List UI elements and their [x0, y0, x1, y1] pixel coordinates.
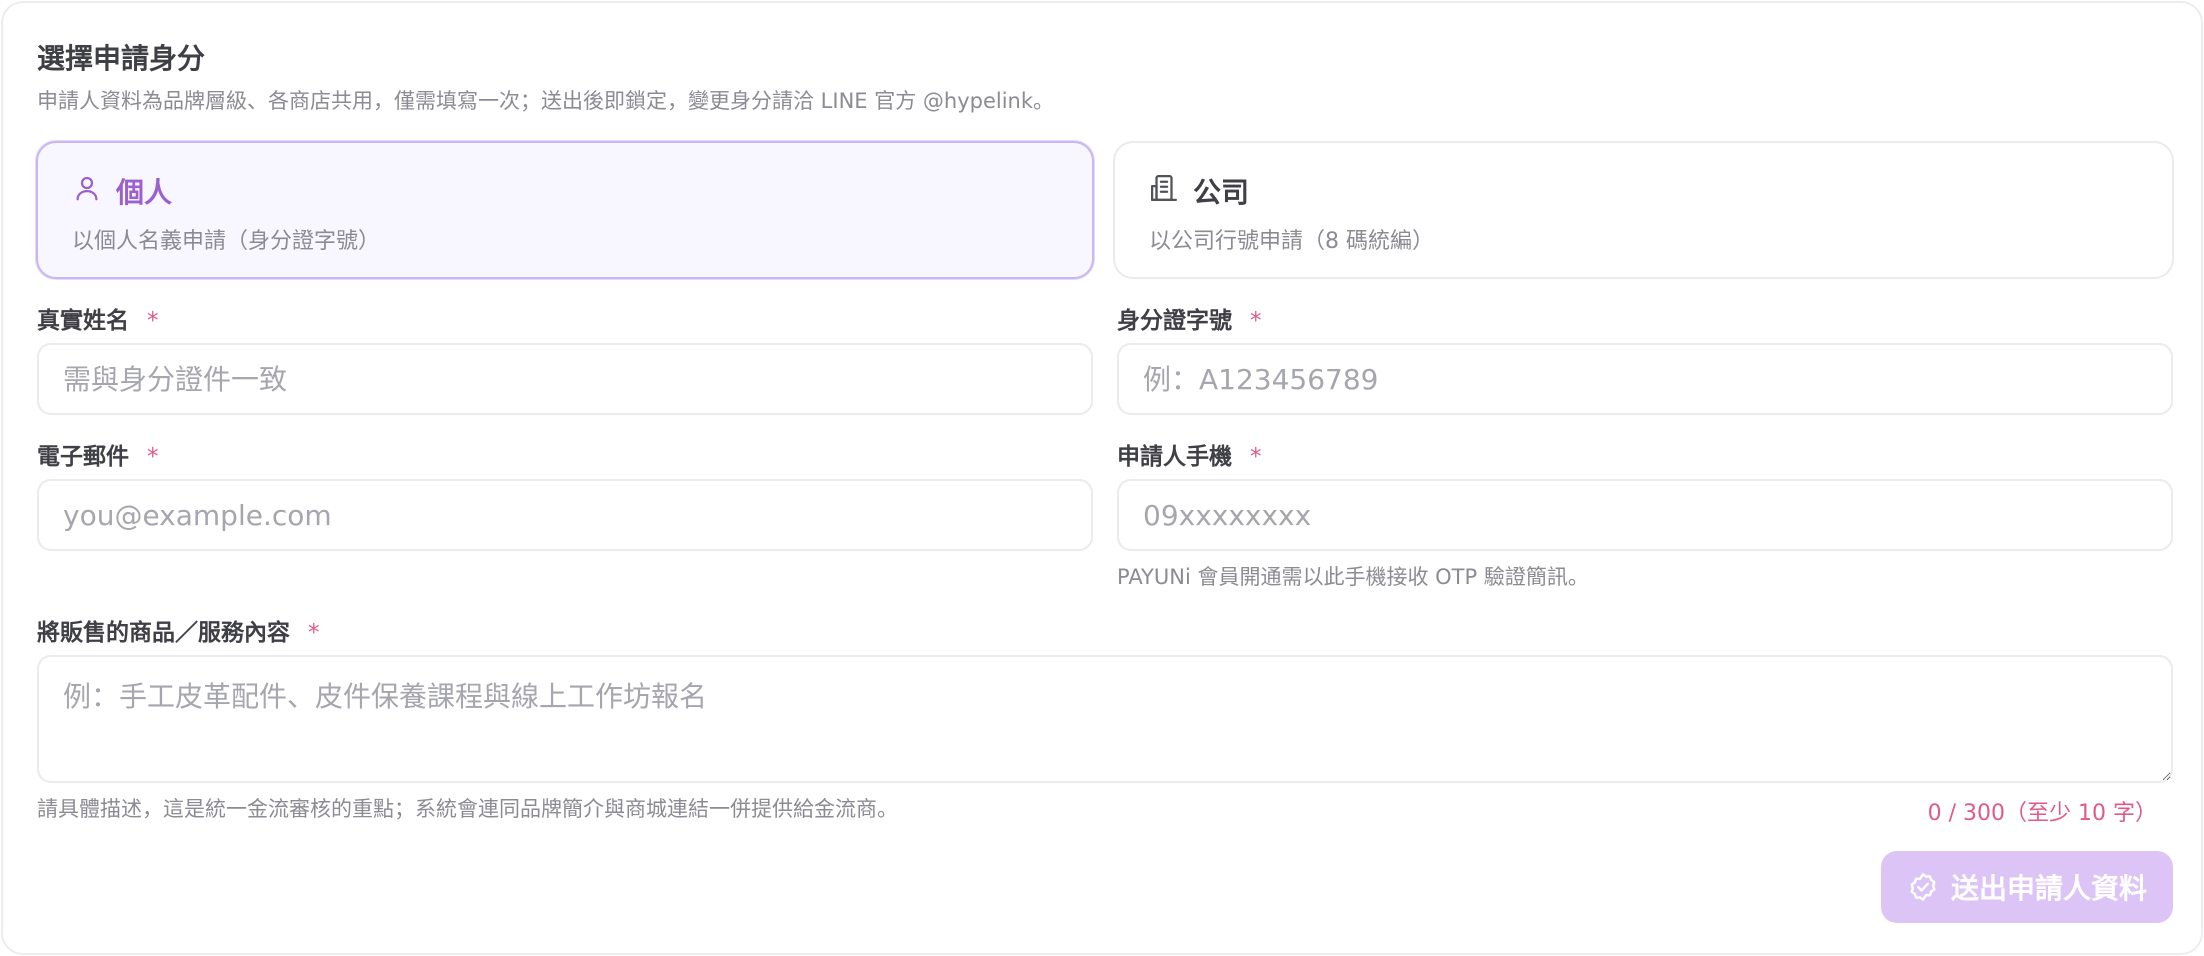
required-mark: * — [147, 308, 159, 334]
badge-check-icon — [1910, 873, 1936, 901]
applicant-identity-panel: 選擇申請身分 申請人資料為品牌層級、各商店共用，僅需填寫一次；送出後即鎖定，變更… — [1, 1, 2203, 955]
submit-applicant-button[interactable]: 送出申請人資料 — [1881, 851, 2173, 923]
email-label: 電子郵件 * — [37, 437, 159, 471]
id-number-label-text: 身分證字號 — [1117, 308, 1232, 334]
phone-label: 申請人手機 * — [1117, 437, 1262, 471]
products-textarea[interactable] — [37, 655, 2173, 783]
phone-label-text: 申請人手機 — [1117, 444, 1232, 470]
character-counter: 0 / 300（至少 10 字） — [1927, 801, 2157, 826]
products-help-text: 請具體描述，這是統一金流審核的重點；系統會連同品牌簡介與商城連結一併提供給金流商… — [37, 797, 898, 821]
required-mark: * — [1250, 444, 1262, 470]
required-mark: * — [1250, 308, 1262, 334]
phone-input[interactable] — [1117, 479, 2173, 551]
id-number-label: 身分證字號 * — [1117, 301, 1262, 335]
email-input[interactable] — [37, 479, 1093, 551]
section-subtitle: 申請人資料為品牌層級、各商店共用，僅需填寫一次；送出後即鎖定，變更身分請洽 LI… — [37, 89, 1055, 113]
email-label-text: 電子郵件 — [37, 444, 129, 470]
section-title: 選擇申請身分 — [37, 42, 206, 75]
identity-option-description: 以個人名義申請（身分證字號） — [72, 229, 381, 254]
identity-option-title: 個人 — [116, 176, 173, 209]
building-icon — [1151, 175, 1177, 201]
submit-button-label: 送出申請人資料 — [1950, 872, 2147, 905]
identity-option-title: 公司 — [1193, 176, 1250, 209]
identity-option-description: 以公司行號申請（8 碼統編） — [1149, 229, 1434, 254]
name-label: 真實姓名 * — [37, 301, 159, 335]
products-label: 將販售的商品／服務內容 * — [37, 613, 320, 647]
phone-help-text: PAYUNi 會員開通需以此手機接收 OTP 驗證簡訊。 — [1117, 565, 1589, 589]
id-number-input[interactable] — [1117, 343, 2173, 415]
products-label-text: 將販售的商品／服務內容 — [37, 620, 290, 646]
required-mark: * — [308, 620, 320, 646]
person-icon — [76, 176, 98, 201]
name-label-text: 真實姓名 — [37, 308, 129, 334]
required-mark: * — [147, 444, 159, 470]
identity-option-company[interactable]: 公司 以公司行號申請（8 碼統編） — [1113, 141, 2174, 279]
identity-option-personal[interactable]: 個人 以個人名義申請（身分證字號） — [36, 141, 1094, 279]
name-input[interactable] — [37, 343, 1093, 415]
